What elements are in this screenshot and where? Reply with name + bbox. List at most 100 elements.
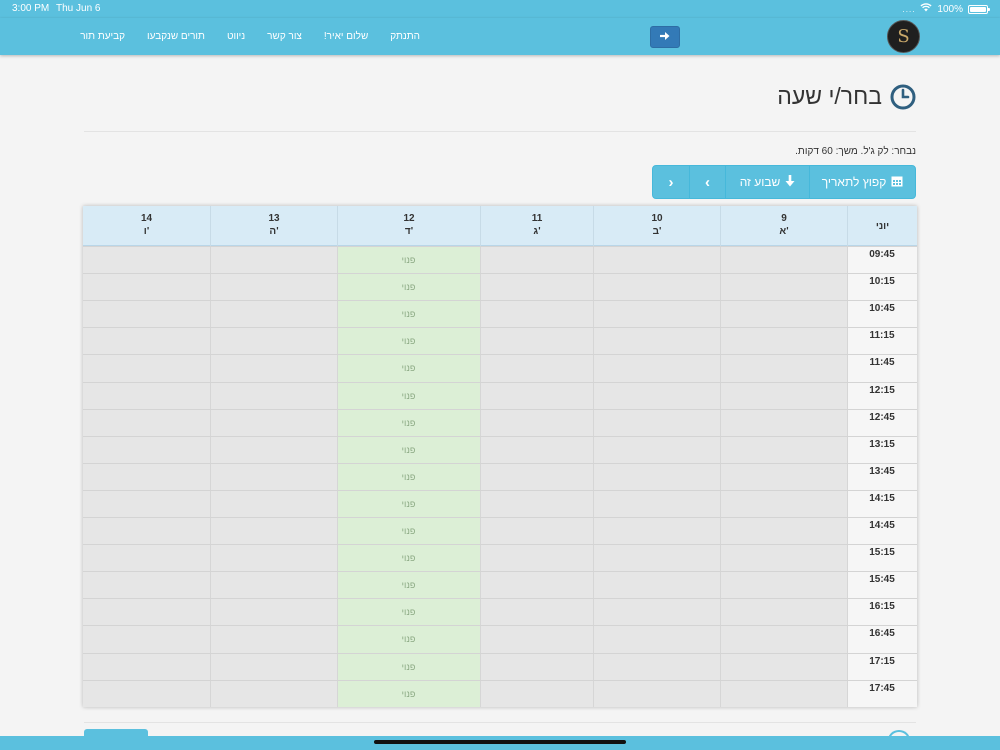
time-label: 16:15 (869, 601, 895, 612)
brand-logo[interactable]: S (887, 20, 920, 53)
nav-link-contact[interactable]: צור קשר (267, 31, 302, 42)
day-name: ו' (143, 226, 150, 237)
time-label: 12:15 (869, 385, 895, 396)
time-label: 13:45 (869, 466, 895, 477)
nav-link-my-appointments[interactable]: תורים שנקבעו (147, 31, 205, 42)
time-label: 15:45 (869, 574, 895, 585)
selection-summary: נבחר: לק ג'ל. משך: 60 דקות. (795, 146, 916, 157)
chevron-left-icon: ‹ (668, 173, 674, 191)
day-column-sunday (720, 246, 847, 707)
free-slot[interactable]: פנוי (337, 634, 480, 644)
day-column-friday (83, 246, 210, 707)
time-row-line (83, 571, 917, 572)
time-row-line (83, 544, 917, 545)
free-slot[interactable]: פנוי (337, 282, 480, 292)
navbar: קביעת תור תורים שנקבעו ניווט צור קשר שלו… (0, 18, 1000, 55)
prev-week-button[interactable]: ‹ (653, 166, 689, 198)
nav-link-book[interactable]: קביעת תור (80, 31, 125, 42)
month-label: יוני (875, 220, 890, 232)
time-label: 13:15 (869, 439, 895, 450)
jump-to-date-button[interactable]: קפוץ לתאריך (809, 166, 915, 198)
time-label: 16:45 (869, 628, 895, 639)
day-name: ג' (533, 226, 541, 237)
signal-dots: .... (902, 4, 916, 14)
free-slot[interactable]: פנוי (337, 336, 480, 346)
day-name: א' (779, 226, 789, 237)
logout-button[interactable] (650, 26, 680, 48)
time-label: 14:45 (869, 520, 895, 531)
day-header-tuesday: 11 ג' (480, 206, 593, 246)
week-calendar: 9 א' 10 ב' 11 ג' 12 ד' 13 ה' 14 ו' יוני (83, 206, 917, 707)
free-slot[interactable]: פנוי (337, 472, 480, 482)
time-row-line (83, 300, 917, 301)
bottom-divider (84, 722, 916, 723)
time-row-line (83, 327, 917, 328)
time-row-line (83, 517, 917, 518)
free-slot[interactable]: פנוי (337, 689, 480, 699)
nav-link-logout[interactable]: התנתק (390, 31, 420, 42)
day-number: 12 (403, 213, 415, 224)
time-label: 15:15 (869, 547, 895, 558)
time-label: 10:15 (869, 276, 895, 287)
free-slot[interactable]: פנוי (337, 445, 480, 455)
time-label: 14:15 (869, 493, 895, 504)
calendar-header: 9 א' 10 ב' 11 ג' 12 ד' 13 ה' 14 ו' יוני (83, 206, 917, 246)
free-slot[interactable]: פנוי (337, 553, 480, 563)
this-week-button[interactable]: שבוע זה (725, 166, 809, 198)
free-slot[interactable]: פנוי (337, 418, 480, 428)
next-week-button[interactable]: › (689, 166, 725, 198)
time-row-line (83, 490, 917, 491)
status-date: Thu Jun 6 (56, 3, 101, 14)
page-title-text: בחר/י שעה (777, 83, 882, 109)
nav-link-navigation[interactable]: ניווט (227, 31, 245, 42)
wifi-icon (920, 3, 932, 15)
time-row-line (83, 463, 917, 464)
free-slot[interactable]: פנוי (337, 363, 480, 373)
free-slot[interactable]: פנוי (337, 499, 480, 509)
time-row-line (83, 653, 917, 654)
day-column-thursday (210, 246, 337, 707)
chevron-right-icon: › (705, 173, 710, 191)
time-label: 17:15 (869, 656, 895, 667)
day-name: ד' (404, 226, 414, 237)
battery-percent: 100% (937, 3, 963, 15)
clock-icon (890, 84, 916, 110)
day-number: 9 (781, 213, 787, 224)
status-time: 3:00 PM (12, 3, 50, 14)
free-slot[interactable]: פנוי (337, 607, 480, 617)
title-divider (84, 131, 916, 132)
day-header-monday: 10 ב' (593, 206, 720, 246)
time-label: 09:45 (869, 249, 895, 260)
this-week-label: שבוע זה (739, 175, 781, 189)
jump-to-date-label: קפוץ לתאריך (821, 175, 887, 189)
free-slot[interactable]: פנוי (337, 255, 480, 265)
free-slot[interactable]: פנוי (337, 580, 480, 590)
day-header-sunday: 9 א' (720, 206, 847, 246)
day-number: 13 (268, 213, 280, 224)
day-header-friday: 14 ו' (83, 206, 210, 246)
time-row-line (83, 273, 917, 274)
status-right: .... 100% (902, 3, 990, 15)
time-row-line (83, 354, 917, 355)
time-row-line (83, 598, 917, 599)
free-slot[interactable]: פנוי (337, 391, 480, 401)
time-row-line (83, 625, 917, 626)
free-slot[interactable]: פנוי (337, 526, 480, 536)
status-bar: 3:00 PM Thu Jun 6 .... 100% (0, 0, 1000, 18)
nav-links: קביעת תור תורים שנקבעו ניווט צור קשר שלו… (80, 18, 420, 55)
time-label: 11:45 (869, 357, 895, 368)
home-indicator[interactable] (374, 740, 626, 744)
day-header-wednesday: 12 ד' (337, 206, 480, 246)
nav-link-greeting[interactable]: שלום יאיר! (324, 31, 368, 42)
time-row-line (83, 382, 917, 383)
free-slot[interactable]: פנוי (337, 309, 480, 319)
time-label: 17:45 (869, 683, 895, 694)
time-row-line (83, 680, 917, 681)
page-title: בחר/י שעה (777, 83, 916, 110)
day-number: 11 (531, 213, 543, 224)
arrow-right-icon (659, 30, 671, 44)
day-header-thursday: 13 ה' (210, 206, 337, 246)
time-label: 12:45 (869, 412, 895, 423)
day-column-monday (593, 246, 720, 707)
free-slot[interactable]: פנוי (337, 662, 480, 672)
